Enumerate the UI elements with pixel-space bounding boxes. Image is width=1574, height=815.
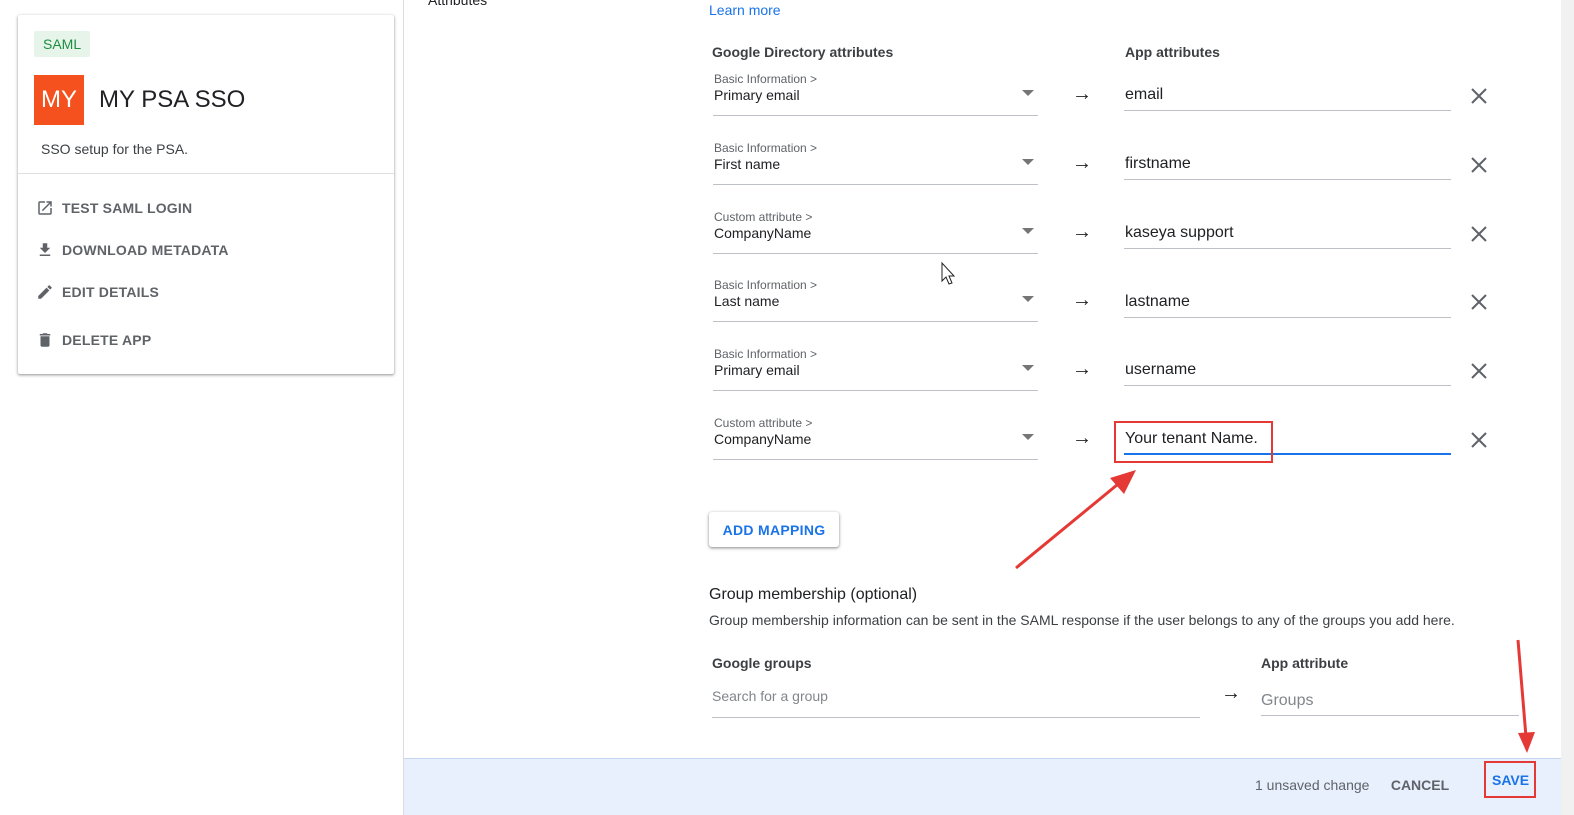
directory-attribute-select[interactable]: Basic Information > Primary email (713, 347, 1038, 391)
directory-attribute-category: Custom attribute > (714, 416, 813, 430)
add-mapping-button[interactable]: ADD MAPPING (709, 512, 839, 547)
mapping-arrow-icon: → (1072, 152, 1092, 174)
dropdown-caret-icon (1022, 228, 1034, 234)
attributes-section-label: Attributes (428, 0, 488, 8)
dropdown-caret-icon (1022, 90, 1034, 96)
directory-attributes-header: Google Directory attributes (712, 44, 894, 60)
app-name: MY PSA SSO (99, 86, 246, 113)
app-logo: MY (34, 75, 84, 125)
download-metadata-button[interactable]: DOWNLOAD METADATA (36, 241, 229, 259)
app-attribute-header: App attribute (1261, 655, 1349, 671)
remove-mapping-button[interactable] (1469, 86, 1489, 106)
app-attribute-input[interactable] (1124, 83, 1451, 104)
test-saml-login-button[interactable]: TEST SAML LOGIN (36, 199, 192, 217)
mapping-arrow-icon: → (1072, 427, 1092, 449)
app-attribute-field[interactable] (1124, 427, 1451, 455)
edit-details-button[interactable]: EDIT DETAILS (36, 283, 159, 301)
mapping-arrow-icon: → (1072, 289, 1092, 311)
open-in-new-icon (38, 201, 52, 215)
app-attribute-input[interactable] (1124, 358, 1451, 379)
directory-attribute-value: First name (714, 156, 781, 172)
download-icon (39, 243, 51, 256)
remove-mapping-button[interactable] (1469, 430, 1489, 450)
content-divider (403, 0, 404, 815)
directory-attribute-value: CompanyName (714, 431, 812, 447)
dropdown-caret-icon (1022, 159, 1034, 165)
directory-attribute-category: Basic Information > (714, 278, 818, 292)
group-membership-description: Group membership information can be sent… (709, 612, 1455, 628)
remove-mapping-button[interactable] (1469, 224, 1489, 244)
close-icon (1471, 157, 1487, 173)
app-attribute-field[interactable] (1124, 83, 1451, 111)
annotation-arrowhead (1110, 470, 1136, 494)
directory-attribute-value: Primary email (714, 87, 800, 103)
delete-app-button[interactable]: DELETE APP (36, 331, 151, 349)
directory-attribute-category: Basic Information > (714, 72, 818, 86)
directory-attribute-select[interactable]: Basic Information > Last name (713, 278, 1038, 322)
directory-attribute-category: Basic Information > (714, 141, 818, 155)
cancel-button[interactable]: CANCEL (1384, 771, 1456, 799)
dropdown-caret-icon (1022, 296, 1034, 302)
app-details-card: SAML MY MY PSA SSO SSO setup for the PSA… (18, 15, 394, 374)
app-attribute-input[interactable] (1124, 290, 1451, 311)
pencil-icon (38, 285, 52, 299)
close-icon (1471, 226, 1487, 242)
remove-mapping-button[interactable] (1469, 292, 1489, 312)
scrollbar[interactable] (1561, 0, 1574, 815)
saml-badge: SAML (34, 31, 91, 57)
directory-attribute-select[interactable]: Basic Information > Primary email (713, 72, 1038, 116)
annotation-arrow (1516, 639, 1528, 738)
directory-attribute-select[interactable]: Basic Information > First name (713, 141, 1038, 185)
directory-attribute-value: Last name (714, 293, 780, 309)
close-icon (1471, 88, 1487, 104)
app-attribute-input[interactable] (1124, 152, 1451, 173)
app-attribute-field[interactable] (1124, 290, 1451, 318)
card-divider (18, 173, 394, 174)
app-attribute-field[interactable] (1124, 152, 1451, 180)
mapping-arrow-icon: → (1072, 83, 1092, 105)
trash-icon (39, 333, 51, 347)
app-attribute-input[interactable] (1124, 221, 1451, 242)
app-description: SSO setup for the PSA. (41, 141, 189, 157)
group-app-attribute-input[interactable] (1261, 690, 1519, 710)
learn-more-link[interactable]: Learn more (709, 2, 781, 18)
dropdown-caret-icon (1022, 365, 1034, 371)
google-groups-header: Google groups (712, 655, 812, 671)
delete-app-label: DELETE APP (62, 332, 152, 348)
edit-details-label: EDIT DETAILS (62, 284, 160, 300)
close-icon (1471, 363, 1487, 379)
directory-attribute-value: Primary email (714, 362, 800, 378)
remove-mapping-button[interactable] (1469, 155, 1489, 175)
close-icon (1471, 294, 1487, 310)
directory-attribute-category: Custom attribute > (714, 210, 813, 224)
app-attributes-header: App attributes (1125, 44, 1220, 60)
mapping-arrow-icon: → (1072, 221, 1092, 243)
directory-attribute-select[interactable]: Custom attribute > CompanyName (713, 210, 1038, 254)
annotation-arrow (1015, 478, 1124, 570)
group-mapping-arrow-icon: → (1221, 682, 1241, 704)
mapping-arrow-icon: → (1072, 358, 1092, 380)
directory-attribute-category: Basic Information > (714, 347, 818, 361)
group-search-field[interactable] (712, 686, 1200, 718)
annotation-arrowhead (1518, 732, 1535, 753)
app-attribute-field[interactable] (1124, 221, 1451, 249)
unsaved-changes-text: 1 unsaved change (1255, 777, 1370, 793)
app-attribute-input[interactable] (1124, 427, 1451, 448)
group-app-attribute-field[interactable] (1261, 690, 1519, 716)
remove-mapping-button[interactable] (1469, 361, 1489, 381)
directory-attribute-value: CompanyName (714, 225, 812, 241)
group-search-input[interactable] (712, 686, 1200, 704)
save-button[interactable]: SAVE (1484, 761, 1536, 798)
download-metadata-label: DOWNLOAD METADATA (62, 242, 229, 258)
directory-attribute-select[interactable]: Custom attribute > CompanyName (713, 416, 1038, 460)
test-saml-login-label: TEST SAML LOGIN (62, 200, 193, 216)
dropdown-caret-icon (1022, 434, 1034, 440)
app-attribute-field[interactable] (1124, 358, 1451, 386)
group-membership-title: Group membership (optional) (709, 586, 918, 603)
close-icon (1471, 432, 1487, 448)
